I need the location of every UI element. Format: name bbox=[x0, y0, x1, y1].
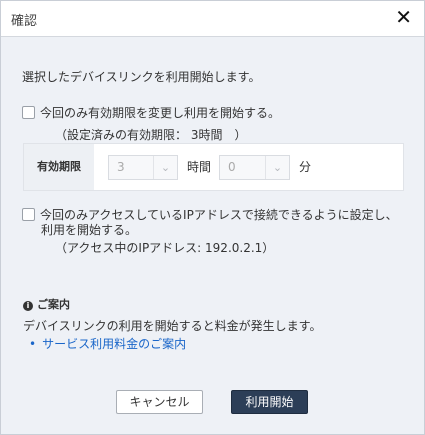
info-heading-text: ご案内 bbox=[37, 298, 70, 311]
dialog-title: 確認 bbox=[11, 14, 38, 29]
period-label: 有効期限 bbox=[24, 144, 94, 190]
info-heading: i ご案内 bbox=[23, 296, 70, 312]
dialog-titlebar: 確認 ✕ bbox=[1, 1, 424, 37]
confirm-dialog: 確認 ✕ 選択したデバイスリンクを利用開始します。 今回のみ有効期限を変更し利用… bbox=[0, 0, 425, 435]
minutes-value: 0 bbox=[228, 160, 236, 174]
minutes-select[interactable]: 0 ⌄ bbox=[219, 155, 290, 180]
change-period-option[interactable]: 今回のみ有効期限を変更し利用を開始する。 bbox=[22, 106, 280, 121]
ip-checkbox[interactable] bbox=[22, 208, 35, 221]
pricing-link[interactable]: • サービス利用料金のご案内 bbox=[29, 335, 186, 352]
intro-text: 選択したデバイスリンクを利用開始します。 bbox=[22, 70, 261, 84]
info-text: デバイスリンクの利用を開始すると料金が発生します。 bbox=[23, 319, 322, 333]
ip-label-line2: 利用を開始する。 bbox=[41, 223, 138, 237]
minutes-unit: 分 bbox=[299, 160, 312, 174]
current-period-text: （設定済みの有効期限： 3時間 ） bbox=[55, 128, 247, 142]
close-icon[interactable]: ✕ bbox=[395, 5, 412, 29]
start-button[interactable]: 利用開始 bbox=[231, 390, 308, 414]
ip-option[interactable]: 今回のみアクセスしているIPアドレスで接続できるように設定し、 利用を開始する。 bbox=[22, 208, 412, 238]
chevron-down-icon[interactable]: ⌄ bbox=[265, 156, 289, 179]
hours-select[interactable]: 3 ⌄ bbox=[108, 155, 178, 180]
hours-unit: 時間 bbox=[187, 160, 212, 174]
current-ip-text: （アクセス中のIPアドレス: 192.0.2.1） bbox=[55, 241, 275, 255]
chevron-down-icon[interactable]: ⌄ bbox=[153, 156, 177, 179]
cancel-button[interactable]: キャンセル bbox=[116, 390, 203, 414]
change-period-checkbox[interactable] bbox=[22, 106, 35, 119]
ip-label-line1: 今回のみアクセスしているIPアドレスで接続できるように設定し、 bbox=[40, 208, 398, 222]
pricing-link-text[interactable]: サービス利用料金のご案内 bbox=[42, 337, 186, 351]
period-panel: 有効期限 3 ⌄ 時間 0 ⌄ 分 bbox=[23, 143, 404, 191]
hours-value: 3 bbox=[117, 160, 125, 174]
change-period-label: 今回のみ有効期限を変更し利用を開始する。 bbox=[40, 106, 281, 120]
info-icon: i bbox=[23, 301, 33, 311]
bullet-icon: • bbox=[29, 337, 37, 351]
